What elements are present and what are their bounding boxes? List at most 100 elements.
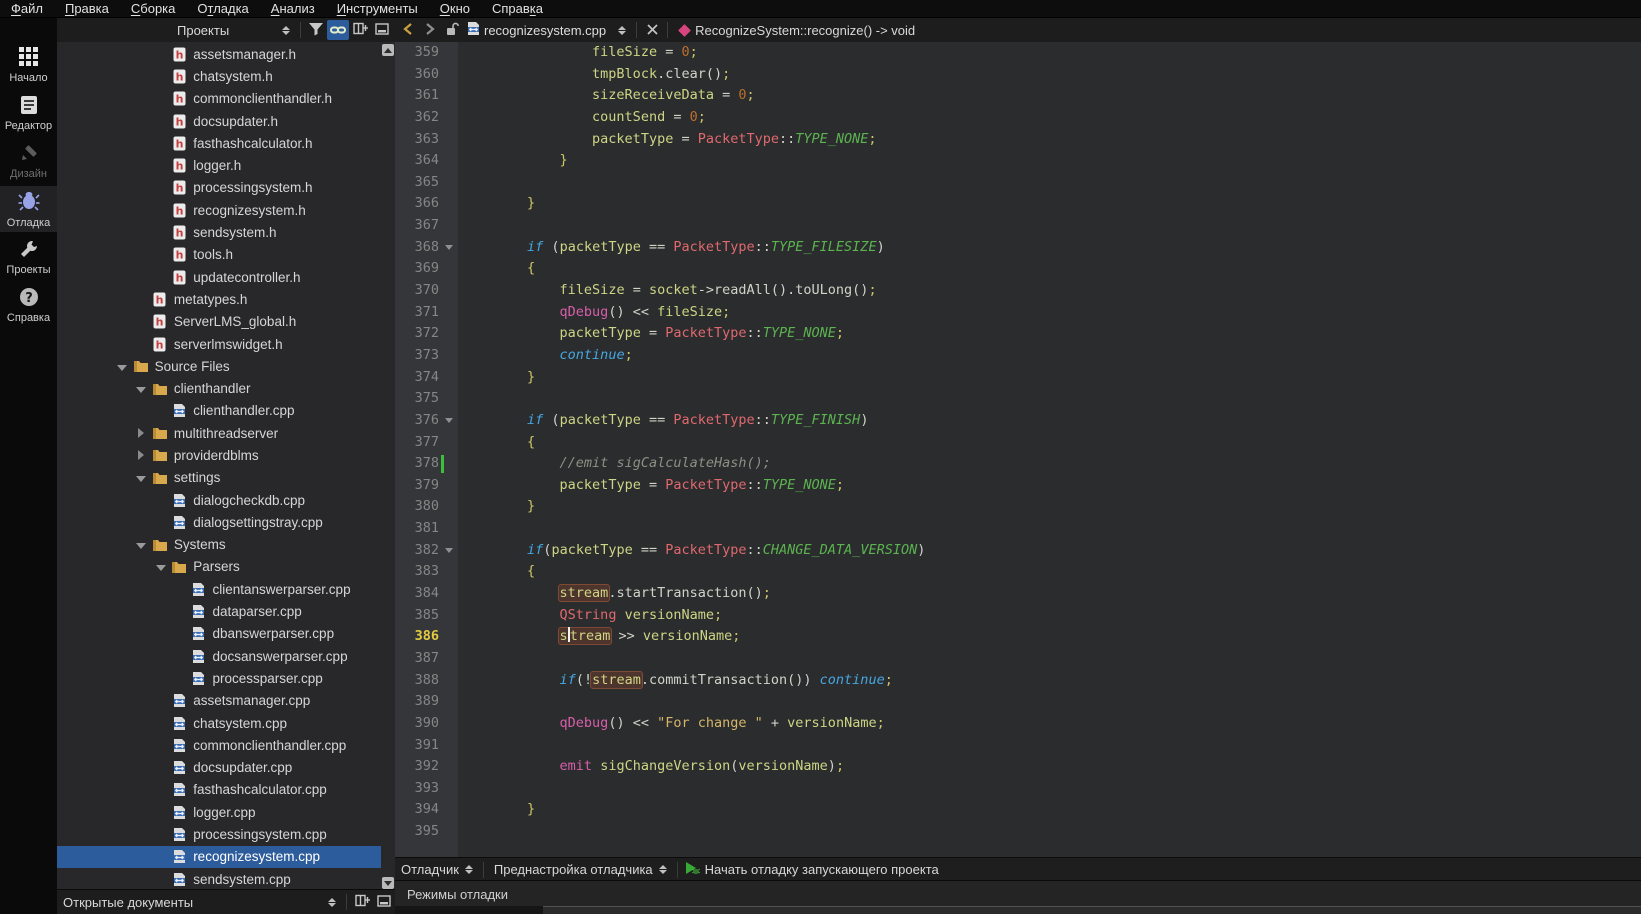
tree-item[interactable]: Systems: [57, 534, 381, 556]
back-button[interactable]: [397, 20, 419, 40]
tree-item[interactable]: processingsystem.cpp: [57, 823, 381, 845]
tree-item[interactable]: hprocessingsystem.h: [57, 177, 381, 199]
split-add-icon: [353, 22, 368, 38]
tree-item[interactable]: sendsystem.cpp: [57, 868, 381, 890]
code-text: emit sigChangeVersion(versionName);: [462, 756, 844, 778]
split-pane-button[interactable]: [349, 20, 371, 40]
code-line-360: 360 tmpBlock.clear();: [395, 64, 1641, 86]
tree-scrollbar[interactable]: [381, 43, 395, 890]
expander-open-icon[interactable]: [113, 359, 132, 374]
tree-item[interactable]: clienthandler.cpp: [57, 400, 381, 422]
file-lock-button[interactable]: [441, 20, 463, 40]
expander-open-icon[interactable]: [132, 470, 151, 485]
tree-item[interactable]: hsendsystem.h: [57, 221, 381, 243]
pane-selector-updown-icon[interactable]: [282, 26, 290, 35]
preset-combo-updown-icon[interactable]: [659, 865, 667, 874]
tree-item[interactable]: hServerLMS_global.h: [57, 311, 381, 333]
tree-item[interactable]: docsanswerparser.cpp: [57, 645, 381, 667]
close-icon: [647, 23, 658, 38]
menu-окно[interactable]: Окно: [429, 0, 481, 17]
debugger-combo[interactable]: Отладчик: [395, 862, 459, 877]
mode-начало[interactable]: Начало: [0, 42, 57, 88]
expander-closed-icon[interactable]: [132, 426, 151, 441]
tree-item[interactable]: hcommonclienthandler.h: [57, 88, 381, 110]
tree-item[interactable]: hrecognizesystem.h: [57, 199, 381, 221]
debugger-combo-updown-icon[interactable]: [465, 865, 473, 874]
mode-справка[interactable]: ?Справка: [0, 282, 57, 328]
menu-правка[interactable]: Правка: [54, 0, 120, 17]
expander-open-icon[interactable]: [132, 537, 151, 552]
menu-отладка[interactable]: Отладка: [186, 0, 259, 17]
menu-bar: ФайлПравкаСборкаОтладкаАнализИнструменты…: [0, 0, 1641, 18]
tree-item[interactable]: processparser.cpp: [57, 667, 381, 689]
split-button[interactable]: [351, 892, 373, 912]
tree-item[interactable]: providerdblms: [57, 444, 381, 466]
tree-item[interactable]: hupdatecontroller.h: [57, 266, 381, 288]
h-file-icon: h: [170, 203, 188, 218]
open-documents-label[interactable]: Открытые документы: [57, 895, 322, 910]
tree-item[interactable]: docsupdater.cpp: [57, 757, 381, 779]
open-document-name[interactable]: recognizesystem.cpp: [484, 23, 606, 38]
filter-button[interactable]: [305, 20, 327, 40]
forward-button[interactable]: [419, 20, 441, 40]
tree-item[interactable]: chatsystem.cpp: [57, 712, 381, 734]
document-dropdown-icon[interactable]: [618, 26, 626, 35]
h-file-icon: h: [170, 114, 188, 129]
code-line-378: 378 //emit sigCalculateHash();: [395, 453, 1641, 475]
close-document-button[interactable]: [641, 20, 663, 40]
expander-open-icon[interactable]: [132, 381, 151, 396]
tree-item[interactable]: clientanswerparser.cpp: [57, 578, 381, 600]
menu-анализ[interactable]: Анализ: [260, 0, 326, 17]
code-editor[interactable]: 359 fileSize = 0;360 tmpBlock.clear();36…: [395, 42, 1641, 914]
menu-файл[interactable]: Файл: [0, 0, 54, 17]
tree-item[interactable]: dialogsettingstray.cpp: [57, 511, 381, 533]
tree-item[interactable]: Source Files: [57, 355, 381, 377]
tree-item[interactable]: settings: [57, 467, 381, 489]
tree-item[interactable]: logger.cpp: [57, 801, 381, 823]
tree-item[interactable]: commonclienthandler.cpp: [57, 734, 381, 756]
folder-icon: [151, 538, 169, 552]
tree-item[interactable]: clienthandler: [57, 377, 381, 399]
expander-open-icon[interactable]: [151, 559, 170, 574]
close-pane-button[interactable]: [373, 892, 395, 912]
tree-item[interactable]: hassetsmanager.h: [57, 43, 381, 65]
tree-item[interactable]: recognizesystem.cpp: [57, 846, 381, 868]
current-symbol[interactable]: RecognizeSystem::recognize() -> void: [695, 23, 915, 38]
scroll-up-button[interactable]: [382, 44, 394, 56]
tree-item[interactable]: fasthashcalculator.cpp: [57, 779, 381, 801]
tree-item[interactable]: assetsmanager.cpp: [57, 690, 381, 712]
tree-item[interactable]: hchatsystem.h: [57, 65, 381, 87]
code-area[interactable]: 359 fileSize = 0;360 tmpBlock.clear();36…: [395, 42, 1641, 857]
open-documents-updown-icon[interactable]: [328, 898, 336, 907]
tree-item[interactable]: dialogcheckdb.cpp: [57, 489, 381, 511]
tree-item[interactable]: multithreadserver: [57, 422, 381, 444]
scroll-down-button[interactable]: [382, 877, 394, 889]
fold-marker-icon[interactable]: [445, 245, 453, 250]
mode-редактор[interactable]: Редактор: [0, 90, 57, 136]
mode-отладка[interactable]: Отладка: [0, 186, 57, 232]
mode-дизайн[interactable]: Дизайн: [0, 138, 57, 184]
tree-item[interactable]: hdocsupdater.h: [57, 110, 381, 132]
tree-item[interactable]: hserverlmswidget.h: [57, 333, 381, 355]
tree-item-label: commonclienthandler.cpp: [193, 738, 346, 753]
debugger-preset-combo[interactable]: Преднастройка отладчика: [488, 862, 653, 877]
start-debugging-button[interactable]: Начать отладку запускающего проекта: [705, 862, 939, 877]
fold-marker-icon[interactable]: [445, 418, 453, 423]
project-tree[interactable]: hassetsmanager.hhchatsystem.hhcommonclie…: [57, 43, 381, 890]
tree-item[interactable]: htools.h: [57, 244, 381, 266]
menu-сборка[interactable]: Сборка: [120, 0, 187, 17]
tree-item[interactable]: Parsers: [57, 556, 381, 578]
projects-pane-selector[interactable]: Проекты: [57, 23, 276, 38]
expander-closed-icon[interactable]: [132, 448, 151, 463]
menu-инструменты[interactable]: Инструменты: [326, 0, 429, 17]
fold-marker-icon[interactable]: [445, 548, 453, 553]
mode-проекты[interactable]: Проекты: [0, 234, 57, 280]
sync-with-editor-button[interactable]: [327, 20, 349, 40]
close-pane-button[interactable]: [371, 20, 393, 40]
tree-item[interactable]: dataparser.cpp: [57, 600, 381, 622]
tree-item[interactable]: hmetatypes.h: [57, 288, 381, 310]
tree-item[interactable]: hfasthashcalculator.h: [57, 132, 381, 154]
tree-item[interactable]: dbanswerparser.cpp: [57, 623, 381, 645]
tree-item[interactable]: hlogger.h: [57, 154, 381, 176]
menu-справка[interactable]: Справка: [481, 0, 554, 17]
